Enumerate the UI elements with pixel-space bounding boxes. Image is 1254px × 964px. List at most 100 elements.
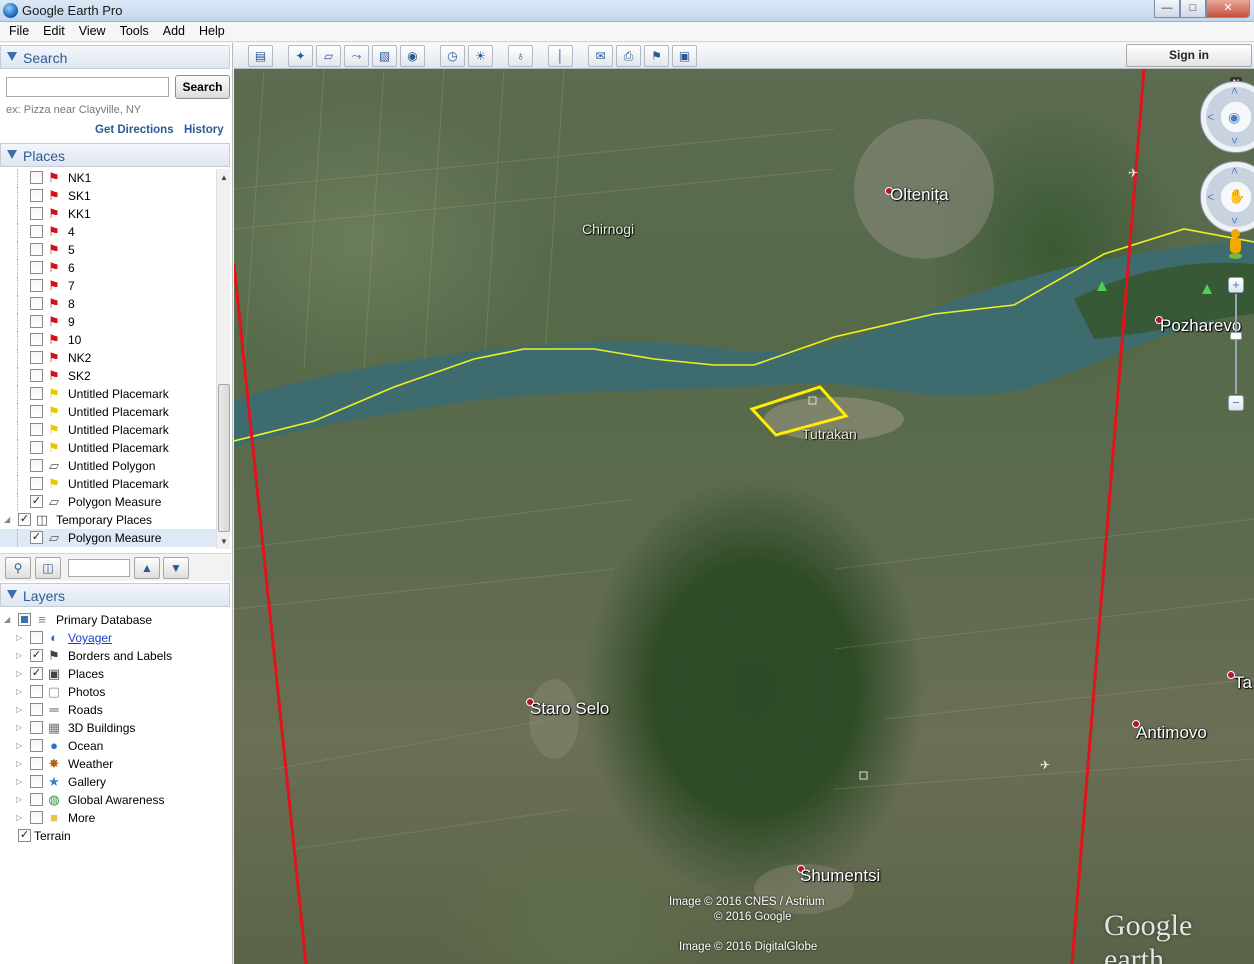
look-down-icon[interactable]: ˅ (1231, 134, 1238, 148)
layer-item[interactable]: ▷ ✓ ⚑ Borders and Labels (0, 647, 216, 665)
menu-tools[interactable]: Tools (113, 22, 156, 41)
menu-view[interactable]: View (72, 22, 113, 41)
label-chirnogi[interactable]: Chirnogi (582, 221, 634, 237)
planets-button[interactable]: ♁ (508, 45, 533, 67)
label-tutrakan[interactable]: Tutrakan (802, 426, 857, 442)
visibility-checkbox[interactable] (30, 459, 43, 472)
sunlight-button[interactable]: ☀ (468, 45, 493, 67)
places-item[interactable]: ▱ Untitled Polygon (0, 457, 216, 475)
zoom-slider[interactable]: + − (1228, 277, 1244, 412)
look-left-icon[interactable]: ˂ (1207, 110, 1214, 124)
menu-add[interactable]: Add (156, 22, 192, 41)
visibility-checkbox[interactable] (30, 333, 43, 346)
places-item[interactable]: ⚑ Untitled Placemark (0, 475, 216, 493)
layer-checkbox[interactable] (30, 685, 43, 698)
layer-checkbox[interactable] (30, 739, 43, 752)
visibility-checkbox[interactable]: ✓ (30, 495, 43, 508)
zoom-in-icon[interactable]: + (1228, 277, 1244, 293)
look-up-icon[interactable]: ˄ (1231, 84, 1238, 98)
layer-checkbox[interactable] (30, 721, 43, 734)
label-staro-selo[interactable]: Staro Selo (530, 699, 609, 719)
ruler-button[interactable]: │ (548, 45, 573, 67)
places-scrollbar[interactable]: ▲ ▼ (216, 169, 230, 549)
places-panel-header[interactable]: Places (0, 143, 230, 167)
layer-item[interactable]: ▷ ● Ocean (0, 737, 216, 755)
visibility-checkbox[interactable] (30, 477, 43, 490)
visibility-checkbox[interactable] (30, 441, 43, 454)
sidebar-toggle-button[interactable]: ▤ (248, 45, 273, 67)
expand-arrow-icon[interactable]: ▷ (16, 651, 22, 660)
layer-item[interactable]: ▷ ◐ Voyager (0, 629, 216, 647)
search-button[interactable]: Search (175, 75, 230, 99)
menu-edit[interactable]: Edit (36, 22, 72, 41)
expand-arrow-icon[interactable]: ▷ (16, 705, 22, 714)
expand-arrow-icon[interactable]: ▷ (16, 795, 22, 804)
places-item[interactable]: ⚑ Untitled Placemark (0, 385, 216, 403)
move-left-icon[interactable]: ˂ (1207, 190, 1214, 204)
layers-tree[interactable]: ◢ ≡ Primary Database ▷ ◐ Voyager ▷ ✓ ⚑ Borders an… (0, 612, 231, 853)
layer-checkbox[interactable]: ✓ (18, 829, 31, 842)
places-item[interactable]: ⚑ Untitled Placemark (0, 421, 216, 439)
visibility-checkbox[interactable]: ✓ (30, 531, 43, 544)
places-item[interactable]: ⚑ 4 (0, 223, 216, 241)
sign-in-button[interactable]: Sign in (1126, 44, 1252, 67)
search-panel-header[interactable]: Search (0, 45, 230, 69)
label-oltenita[interactable]: Oltenița (890, 185, 949, 205)
scroll-thumb[interactable] (218, 384, 230, 532)
layer-checkbox[interactable]: ✓ (30, 667, 43, 680)
close-button[interactable]: ✕ (1206, 0, 1250, 18)
visibility-checkbox[interactable] (30, 189, 43, 202)
print-button[interactable]: ⎙ (616, 45, 641, 67)
layer-item[interactable]: ▷ ✓ ▣ Places (0, 665, 216, 683)
layer-checkbox[interactable] (30, 757, 43, 770)
expand-arrow-icon[interactable]: ▷ (16, 741, 22, 750)
places-item[interactable]: ⚑ 10 (0, 331, 216, 349)
search-places-icon[interactable]: ⚲ (5, 557, 31, 579)
add-image-overlay-button[interactable]: ▧ (372, 45, 397, 67)
places-item[interactable]: ⚑ KK1 (0, 205, 216, 223)
layer-item[interactable]: ▷ ▦ 3D Buildings (0, 719, 216, 737)
expand-arrow-icon[interactable]: ▷ (16, 669, 22, 678)
places-item[interactable]: ⚑ NK2 (0, 349, 216, 367)
expand-arrow-icon[interactable]: ▷ (16, 723, 22, 732)
layer-checkbox[interactable] (30, 775, 43, 788)
places-find-field[interactable] (68, 559, 130, 577)
layers-panel-header[interactable]: Layers (0, 583, 230, 607)
menu-help[interactable]: Help (192, 22, 232, 41)
street-view-pegman-icon[interactable] (1227, 229, 1243, 259)
places-item[interactable]: ⚑ 6 (0, 259, 216, 277)
visibility-checkbox[interactable]: ✓ (18, 513, 31, 526)
minimize-button[interactable]: — (1154, 0, 1180, 18)
email-button[interactable]: ✉ (588, 45, 613, 67)
map-view[interactable]: ✈ ✈ Oltenița Chirnogi Pozharevo Tutrakan… (234, 69, 1254, 964)
view-in-google-maps-button[interactable]: ⚑ (644, 45, 669, 67)
places-item[interactable]: ⚑ NK1 (0, 169, 216, 187)
visibility-checkbox[interactable] (30, 351, 43, 364)
places-item[interactable]: ⚑ 7 (0, 277, 216, 295)
maximize-button[interactable]: □ (1180, 0, 1206, 18)
places-item[interactable]: ⚑ SK2 (0, 367, 216, 385)
scroll-down-icon[interactable]: ▼ (220, 537, 228, 546)
places-item-temporary[interactable]: ✓ ▱ Polygon Measure (0, 529, 216, 547)
zoom-thumb[interactable] (1230, 332, 1242, 340)
add-polygon-button[interactable]: ▱ (316, 45, 341, 67)
layer-checkbox[interactable] (30, 793, 43, 806)
panel-toggle-icon[interactable]: ◫ (35, 557, 61, 579)
places-item[interactable]: ⚑ 5 (0, 241, 216, 259)
visibility-checkbox[interactable] (30, 387, 43, 400)
visibility-checkbox[interactable] (30, 225, 43, 238)
visibility-checkbox[interactable] (30, 369, 43, 382)
layer-item[interactable]: ▷ ═ Roads (0, 701, 216, 719)
layer-checkbox[interactable] (30, 811, 43, 824)
visibility-checkbox[interactable] (30, 171, 43, 184)
layer-item[interactable]: ▷ ★ Gallery (0, 773, 216, 791)
expand-arrow-icon[interactable]: ▷ (16, 687, 22, 696)
visibility-checkbox[interactable] (30, 423, 43, 436)
layer-checkbox[interactable] (30, 631, 43, 644)
history-link[interactable]: History (184, 124, 224, 136)
visibility-checkbox[interactable] (30, 315, 43, 328)
places-item[interactable]: ⚑ 9 (0, 313, 216, 331)
add-path-button[interactable]: ⤳ (344, 45, 369, 67)
move-up-icon[interactable]: ▲ (134, 557, 160, 579)
move-down-icon[interactable]: ▼ (163, 557, 189, 579)
